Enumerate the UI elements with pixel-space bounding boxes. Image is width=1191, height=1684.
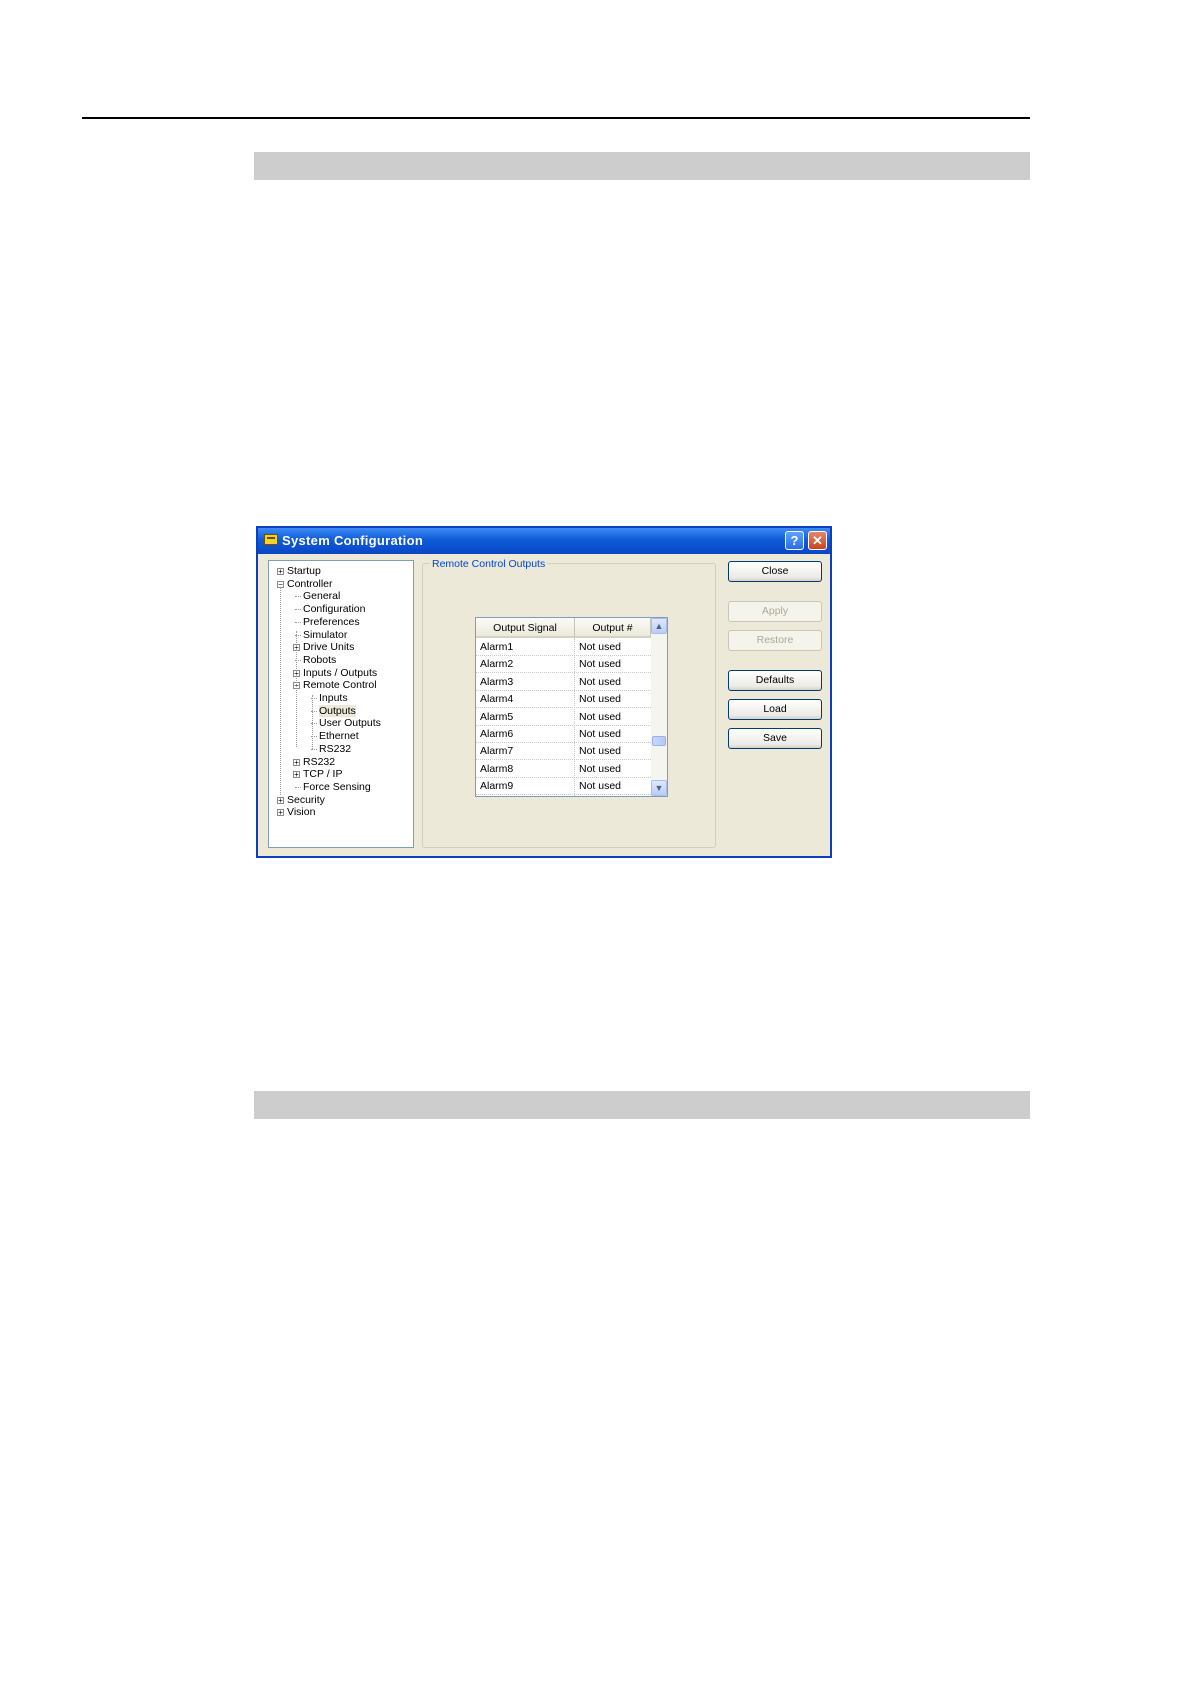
tree-connector: [295, 621, 301, 623]
cell-output-signal: Alarm2: [480, 658, 514, 671]
expand-icon[interactable]: +: [293, 758, 300, 766]
outputs-table[interactable]: Output Signal Output # Alarm1 Not used Ala…: [475, 617, 668, 797]
cell-output-number[interactable]: Not used: [579, 709, 621, 725]
app-icon: [264, 534, 278, 545]
configuration-tree[interactable]: + Startup − Controller General Configuration P…: [268, 560, 414, 848]
apply-button-label: Apply: [761, 605, 789, 617]
table-scrollbar[interactable]: ▲ ▼: [651, 618, 667, 796]
question-mark-icon: ?: [790, 533, 799, 548]
tree-item-label: Simulator: [303, 628, 348, 641]
tree-guide-line: [312, 695, 313, 749]
table-row[interactable]: Alarm1 Not used: [476, 639, 651, 656]
column-header-output-signal[interactable]: Output Signal: [476, 618, 575, 638]
table-row[interactable]: Alarm7 Not used: [476, 743, 651, 761]
chevron-up-icon: ▲: [654, 621, 664, 631]
cell-output-signal: Alarm4: [480, 693, 514, 706]
restore-button[interactable]: Restore: [728, 630, 822, 651]
window-title: System Configuration: [282, 533, 424, 548]
scroll-up-button[interactable]: ▲: [651, 618, 667, 634]
tree-item-label: Robots: [303, 653, 337, 666]
section-bar-bottom: [254, 1091, 1030, 1119]
tree-item-label: Outputs: [319, 704, 356, 717]
cell-output-number[interactable]: Not used: [579, 656, 621, 672]
page-header-rule: [82, 117, 1030, 119]
tree-item-label: Force Sensing: [303, 780, 371, 793]
table-row[interactable]: Alarm9 Not used: [476, 778, 651, 796]
tree-guide-line: [280, 587, 281, 795]
tree-connector: [295, 786, 301, 788]
tree-item-label: User Outputs: [319, 717, 381, 730]
tree-item-label: Controller: [287, 577, 333, 590]
tree-guide-line: [296, 631, 297, 747]
tree-connector: [295, 609, 301, 611]
tree-item-label: Preferences: [303, 615, 360, 628]
load-button-label: Load: [763, 703, 787, 715]
tree-item-label: Configuration: [303, 603, 366, 616]
table-row[interactable]: Alarm6 Not used: [476, 726, 651, 743]
table-row[interactable]: Alarm4 Not used: [476, 691, 651, 709]
cell-output-signal: Alarm7: [480, 745, 514, 758]
scrollbar-thumb[interactable]: [652, 736, 666, 746]
group-label: Remote Control Outputs: [430, 558, 548, 570]
system-configuration-dialog: System Configuration ? ✕ + Startup − Contro…: [256, 526, 832, 858]
table-row[interactable]: Alarm8 Not used: [476, 761, 651, 778]
expand-icon[interactable]: +: [277, 568, 284, 576]
expand-icon[interactable]: +: [293, 771, 300, 779]
save-button[interactable]: Save: [728, 728, 822, 749]
cell-output-signal: Alarm9: [480, 780, 514, 793]
tree-item-label: RS232: [303, 755, 336, 768]
column-header-output-number[interactable]: Output #: [575, 618, 651, 638]
tree-item-label: TCP / IP: [303, 768, 343, 781]
help-button[interactable]: ?: [785, 531, 804, 550]
tree-item-label: Security: [287, 793, 325, 806]
cell-output-number[interactable]: Not used: [579, 726, 621, 742]
save-button-label: Save: [763, 732, 787, 744]
table-row[interactable]: Alarm3 Not used: [476, 674, 651, 691]
tree-connector: [295, 596, 301, 598]
tree-item-label: RS232: [319, 742, 352, 755]
restore-button-label: Restore: [756, 634, 794, 646]
section-bar-top: [254, 152, 1030, 180]
load-button[interactable]: Load: [728, 699, 822, 720]
expand-icon[interactable]: +: [277, 796, 284, 804]
cell-output-signal: Alarm1: [480, 641, 514, 653]
tree-item-label: Inputs / Outputs: [303, 666, 378, 679]
cell-output-number[interactable]: Not used: [579, 639, 621, 655]
close-button[interactable]: Close: [728, 561, 822, 582]
defaults-button-label: Defaults: [755, 674, 795, 686]
tree-item-label: Ethernet: [319, 730, 359, 743]
cell-output-signal: Alarm6: [480, 728, 514, 740]
table-row[interactable]: Alarm2 Not used: [476, 656, 651, 674]
title-bar[interactable]: System Configuration ? ✕: [258, 528, 830, 554]
tree-item-label: Startup: [287, 565, 321, 577]
tree-item-label: Inputs: [319, 692, 348, 704]
cell-output-number[interactable]: Not used: [579, 778, 621, 794]
cell-output-number[interactable]: Not used: [579, 761, 621, 777]
cell-output-signal: Alarm8: [480, 762, 514, 775]
tree-item-label: Vision: [287, 806, 316, 819]
close-icon: ✕: [812, 533, 823, 548]
tree-item-label: Drive Units: [303, 641, 355, 654]
cell-output-number[interactable]: Not used: [579, 674, 621, 690]
chevron-down-icon: ▼: [654, 783, 664, 793]
expand-icon[interactable]: +: [277, 809, 284, 817]
scroll-down-button[interactable]: ▼: [651, 780, 667, 796]
cell-output-signal: Alarm3: [480, 675, 514, 688]
cell-output-signal: Alarm5: [480, 710, 514, 723]
apply-button[interactable]: Apply: [728, 601, 822, 622]
tree-item-label: Remote Control: [303, 679, 377, 692]
defaults-button[interactable]: Defaults: [728, 670, 822, 691]
close-button-label: Close: [761, 565, 789, 577]
cell-output-number[interactable]: Not used: [579, 743, 621, 759]
column-divider: [574, 638, 575, 796]
table-row[interactable]: Alarm5 Not used: [476, 709, 651, 726]
window-close-button[interactable]: ✕: [808, 531, 827, 550]
cell-output-number[interactable]: Not used: [579, 691, 621, 707]
tree-item-label: General: [303, 590, 341, 603]
table-header: Output Signal Output #: [476, 618, 651, 638]
